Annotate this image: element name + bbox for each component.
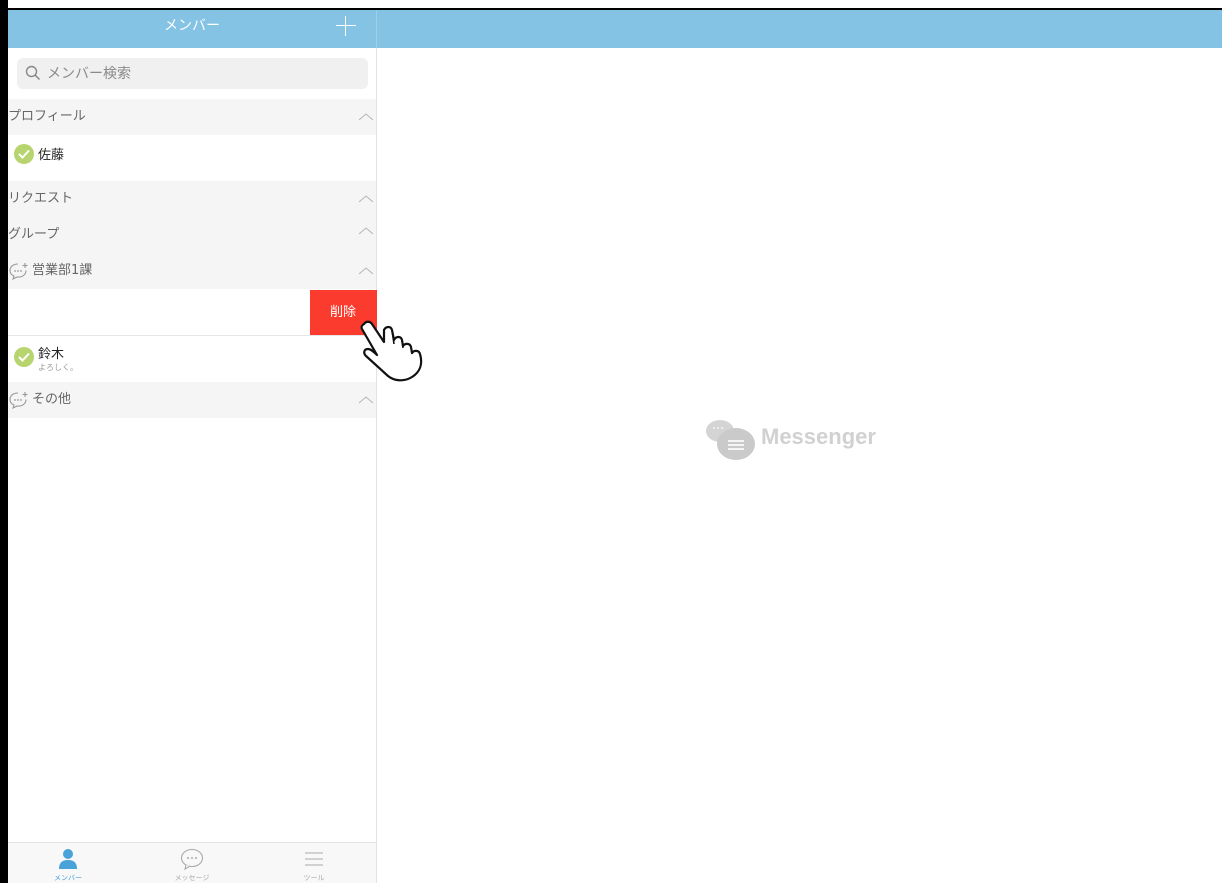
section-profile-label: プロフィール [8,109,86,124]
section-group-label: グループ [8,227,60,242]
header-divider [376,10,377,48]
chat-bubble-icon [180,848,204,870]
section-request[interactable]: リクエスト [8,181,376,217]
plus-icon-vertical [345,16,346,36]
messenger-logo-text: Messenger [761,424,876,449]
tab-messages-label: メッセージ [174,874,210,882]
tab-members[interactable]: メンバー [28,843,108,883]
plus-icon [336,25,356,26]
group-sales[interactable]: 営業部1課 [8,253,376,289]
app-header: メンバー [8,10,1222,48]
tab-messages[interactable]: メッセージ [152,843,232,883]
chevron-up-icon[interactable] [358,193,374,203]
chevron-up-icon[interactable] [358,111,374,121]
section-profile[interactable]: プロフィール [8,99,376,135]
tab-members-label: メンバー [54,874,82,882]
online-check-icon [14,144,34,164]
menu-icon [305,852,323,866]
member-status-message: よろしく。 [38,363,78,372]
messenger-logo-icon [706,420,755,460]
header-title: メンバー [164,18,220,34]
search-input[interactable] [45,62,359,86]
chevron-up-icon[interactable] [358,394,374,404]
bottom-tab-bar: メンバー メッセージ ツール [8,842,376,883]
member-row-sales[interactable]: 鈴木 よろしく。 [8,336,376,382]
add-member-button[interactable] [334,14,358,38]
chat-group-icon [9,263,28,280]
search-icon [25,65,41,81]
section-group[interactable]: グループ [8,217,376,253]
member-name: 鈴木 [38,347,65,362]
member-name: 佐藤 [38,148,65,163]
messenger-logo: Messenger [705,418,905,468]
chevron-up-icon[interactable] [358,265,374,275]
online-check-icon [14,347,34,367]
main-content-area: Messenger [377,48,1222,883]
group-other[interactable]: その他 [8,382,376,418]
chevron-up-icon[interactable] [358,225,374,235]
member-row-profile[interactable]: 佐藤 [8,135,376,181]
chat-group-icon [9,392,28,409]
tab-tools-label: ツール [303,874,325,882]
member-sidebar: プロフィール 佐藤 リクエスト グループ 営業部1課 鈴木 よろしく [8,48,377,883]
tab-tools[interactable]: ツール [274,843,354,883]
section-request-label: リクエスト [8,191,74,206]
frame-left-edge [0,0,8,883]
group-other-label: その他 [32,392,72,407]
search-box[interactable] [17,58,368,89]
group-sales-label: 営業部1課 [32,263,93,278]
person-icon [59,849,77,869]
